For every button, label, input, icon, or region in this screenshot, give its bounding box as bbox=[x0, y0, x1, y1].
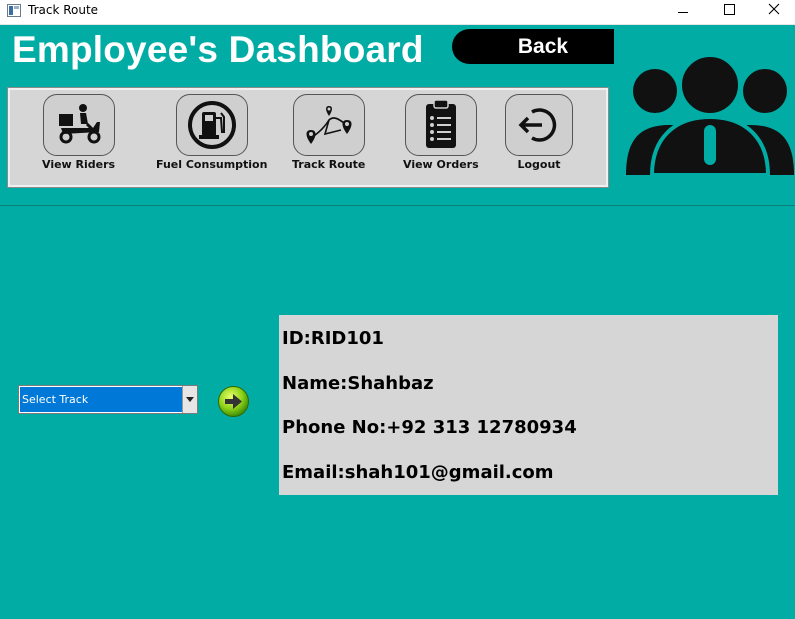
main-area: Employee's Dashboard Back View Riders Fu… bbox=[0, 25, 795, 619]
rider-info-panel: ID:RID101 Name:Shahbaz Phone No:+92 313 … bbox=[279, 315, 778, 495]
close-icon bbox=[768, 3, 780, 15]
logout-button[interactable]: Logout bbox=[505, 94, 573, 171]
minimize-button[interactable] bbox=[660, 0, 706, 25]
minimize-icon bbox=[678, 12, 688, 13]
page-title: Employee's Dashboard bbox=[12, 29, 424, 70]
fuel-consumption-icon-frame bbox=[175, 94, 248, 156]
view-orders-icon-frame bbox=[404, 94, 477, 156]
select-track-value: Select Track bbox=[20, 387, 182, 412]
clipboard-list-icon bbox=[425, 99, 456, 148]
view-riders-button[interactable]: View Riders bbox=[42, 94, 115, 171]
window-titlebar: Track Route bbox=[0, 0, 795, 25]
maximize-button[interactable] bbox=[706, 0, 752, 25]
users-group-icon bbox=[626, 55, 794, 177]
rider-id: ID:RID101 bbox=[282, 328, 384, 349]
logout-icon bbox=[518, 108, 557, 142]
rider-email: Email:shah101@gmail.com bbox=[282, 462, 554, 483]
window-title: Track Route bbox=[28, 3, 99, 17]
track-route-icon-frame bbox=[292, 94, 365, 156]
view-riders-icon-frame bbox=[42, 94, 115, 156]
fuel-pump-icon bbox=[187, 101, 236, 149]
nav-toolbar: View Riders Fuel Consumption Track Route… bbox=[7, 87, 609, 188]
fuel-consumption-button[interactable]: Fuel Consumption bbox=[156, 94, 267, 171]
route-map-icon bbox=[306, 106, 352, 144]
scooter-delivery-icon bbox=[58, 104, 101, 144]
close-button[interactable] bbox=[752, 0, 795, 25]
track-route-label: Track Route bbox=[292, 158, 366, 171]
back-button[interactable]: Back bbox=[452, 29, 614, 64]
app-icon bbox=[7, 4, 21, 17]
fuel-consumption-label: Fuel Consumption bbox=[156, 158, 268, 171]
rider-phone: Phone No:+92 313 12780934 bbox=[282, 417, 577, 438]
view-orders-label: View Orders bbox=[403, 158, 479, 171]
chevron-down-icon[interactable] bbox=[182, 386, 197, 413]
go-arrow-button[interactable] bbox=[217, 385, 250, 418]
maximize-icon bbox=[724, 4, 735, 15]
view-riders-label: View Riders bbox=[42, 158, 116, 171]
track-route-button[interactable]: Track Route bbox=[292, 94, 365, 171]
select-track-dropdown[interactable]: Select Track bbox=[18, 385, 198, 414]
rider-name: Name:Shahbaz bbox=[282, 373, 434, 394]
view-orders-button[interactable]: View Orders bbox=[403, 94, 479, 171]
logout-icon-frame bbox=[505, 94, 573, 156]
logout-label: Logout bbox=[517, 158, 561, 171]
header-divider bbox=[0, 205, 795, 206]
